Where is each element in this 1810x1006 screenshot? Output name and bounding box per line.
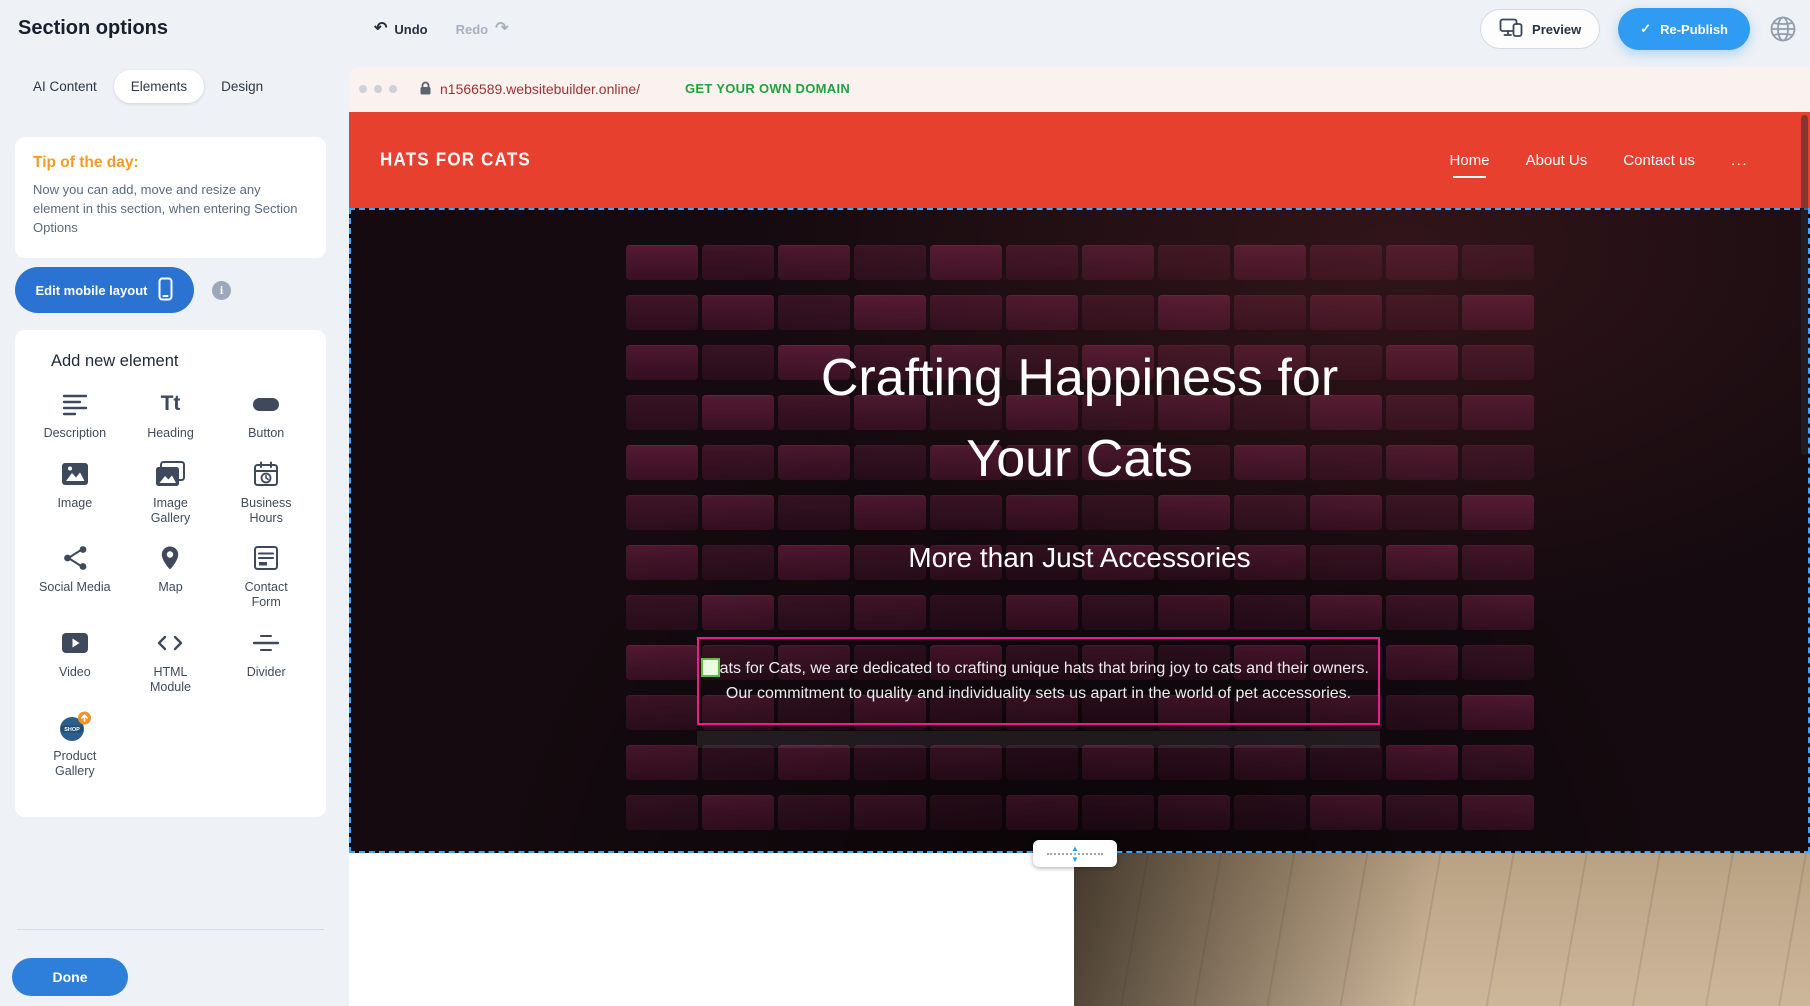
button-icon — [251, 387, 281, 421]
redo-label: Redo — [456, 22, 489, 37]
sidebar-tabs: AI Content Elements Design — [16, 70, 280, 103]
info-icon[interactable]: i — [212, 281, 231, 300]
nav-home[interactable]: Home — [1450, 152, 1490, 169]
topbar-actions: Preview ✓ Re-Publish — [1480, 0, 1798, 58]
preview-button[interactable]: Preview — [1480, 9, 1600, 49]
undo-button[interactable]: ↶ Undo — [374, 21, 428, 37]
social-media-icon — [61, 541, 89, 575]
topbar: Section options ↶ Undo Redo ↷ Preview ✓ … — [0, 0, 1810, 58]
tip-title: Tip of the day: — [33, 154, 308, 172]
element-divider[interactable]: Divider — [218, 626, 314, 695]
preview-devices-icon — [1499, 18, 1523, 40]
pavement-photo — [1074, 853, 1810, 1006]
business-hours-icon — [252, 457, 280, 491]
check-icon: ✓ — [1640, 21, 1651, 37]
hero-subheading[interactable]: More than Just Accessories — [351, 542, 1808, 574]
redo-icon: ↷ — [495, 21, 508, 37]
element-map[interactable]: Map — [123, 541, 219, 610]
undo-label: Undo — [394, 22, 427, 37]
element-business-hours[interactable]: Business Hours — [218, 457, 314, 526]
add-element-panel: Add new element Description Tt Heading B… — [15, 330, 326, 817]
republish-label: Re-Publish — [1660, 22, 1728, 37]
window-dots-icon — [359, 85, 397, 93]
tip-body: Now you can add, move and resize any ele… — [33, 181, 308, 238]
site-header: HATS FOR CATS Home About Us Contact us .… — [349, 112, 1810, 208]
element-product-gallery[interactable]: SHOP Product Gallery — [27, 710, 123, 779]
selected-text-element[interactable]: Hats for Cats, we are dedicated to craft… — [697, 637, 1380, 725]
element-description[interactable]: Description — [27, 387, 123, 441]
video-icon — [60, 626, 90, 660]
tab-design[interactable]: Design — [204, 70, 280, 103]
tab-elements[interactable]: Elements — [114, 70, 204, 103]
element-button[interactable]: Button — [218, 387, 314, 441]
republish-button[interactable]: ✓ Re-Publish — [1618, 8, 1750, 50]
svg-text:SHOP: SHOP — [64, 727, 80, 733]
next-section — [349, 853, 1810, 1006]
hover-ghost-strip — [697, 731, 1380, 748]
undo-icon: ↶ — [374, 21, 387, 37]
element-contact-form[interactable]: Contact Form — [218, 541, 314, 610]
selection-drag-handle[interactable] — [701, 658, 720, 677]
element-grid: Description Tt Heading Button Image Imag… — [27, 387, 314, 779]
language-globe-icon[interactable] — [1768, 14, 1798, 44]
edit-mobile-layout-button[interactable]: Edit mobile layout — [15, 267, 194, 313]
hero-paragraph: Hats for Cats, we are dedicated to craft… — [700, 656, 1377, 706]
description-icon — [61, 387, 89, 421]
element-heading[interactable]: Tt Heading — [123, 387, 219, 441]
preview-label: Preview — [1532, 22, 1581, 37]
section-resize-handle[interactable]: ▲ ▼ — [1033, 840, 1117, 867]
phone-icon — [158, 277, 173, 304]
edit-mobile-label: Edit mobile layout — [36, 283, 148, 298]
lock-icon — [419, 81, 432, 101]
map-icon — [156, 541, 184, 575]
done-button[interactable]: Done — [12, 958, 128, 996]
resize-arrow-up-icon: ▲ — [1071, 845, 1079, 852]
nav-about-us[interactable]: About Us — [1526, 152, 1588, 169]
image-icon — [60, 457, 90, 491]
site-url[interactable]: n1566589.websitebuilder.online/ — [440, 81, 640, 97]
redo-button[interactable]: Redo ↷ — [456, 21, 509, 37]
resize-arrow-down-icon: ▼ — [1071, 856, 1079, 863]
sidebar-divider — [17, 929, 324, 930]
undo-redo-group: ↶ Undo Redo ↷ — [374, 0, 509, 58]
tab-ai-content[interactable]: AI Content — [16, 70, 114, 103]
site-nav: Home About Us Contact us ... — [1450, 152, 1748, 169]
nav-contact-us[interactable]: Contact us — [1623, 152, 1695, 169]
heading-icon: Tt — [161, 387, 181, 421]
edit-mobile-row: Edit mobile layout i — [15, 267, 231, 313]
get-domain-link[interactable]: GET YOUR OWN DOMAIN — [685, 81, 850, 96]
element-social-media[interactable]: Social Media — [27, 541, 123, 610]
page-title: Section options — [18, 17, 168, 40]
nav-more-icon[interactable]: ... — [1731, 152, 1748, 169]
contact-form-icon — [252, 541, 280, 575]
element-image-gallery[interactable]: Image Gallery — [123, 457, 219, 526]
element-image[interactable]: Image — [27, 457, 123, 526]
tip-of-the-day-card: Tip of the day: Now you can add, move an… — [15, 137, 326, 258]
element-html-module[interactable]: HTML Module — [123, 626, 219, 695]
divider-icon — [251, 626, 281, 660]
hero-heading[interactable]: Crafting Happiness for Your Cats — [351, 338, 1808, 500]
hero-section-selected[interactable]: Crafting Happiness for Your Cats More th… — [349, 208, 1810, 853]
element-video[interactable]: Video — [27, 626, 123, 695]
next-section-white-area — [349, 853, 1074, 1006]
html-module-icon — [155, 626, 185, 660]
image-gallery-icon — [154, 457, 186, 491]
app: Section options ↶ Undo Redo ↷ Preview ✓ … — [0, 0, 1810, 1006]
product-gallery-icon: SHOP — [57, 710, 93, 744]
browser-address-bar: n1566589.websitebuilder.online/ GET YOUR… — [349, 67, 1810, 112]
scrollbar-thumb[interactable] — [1801, 115, 1808, 455]
add-element-title: Add new element — [51, 352, 314, 371]
site-logo[interactable]: HATS FOR CATS — [380, 149, 531, 171]
